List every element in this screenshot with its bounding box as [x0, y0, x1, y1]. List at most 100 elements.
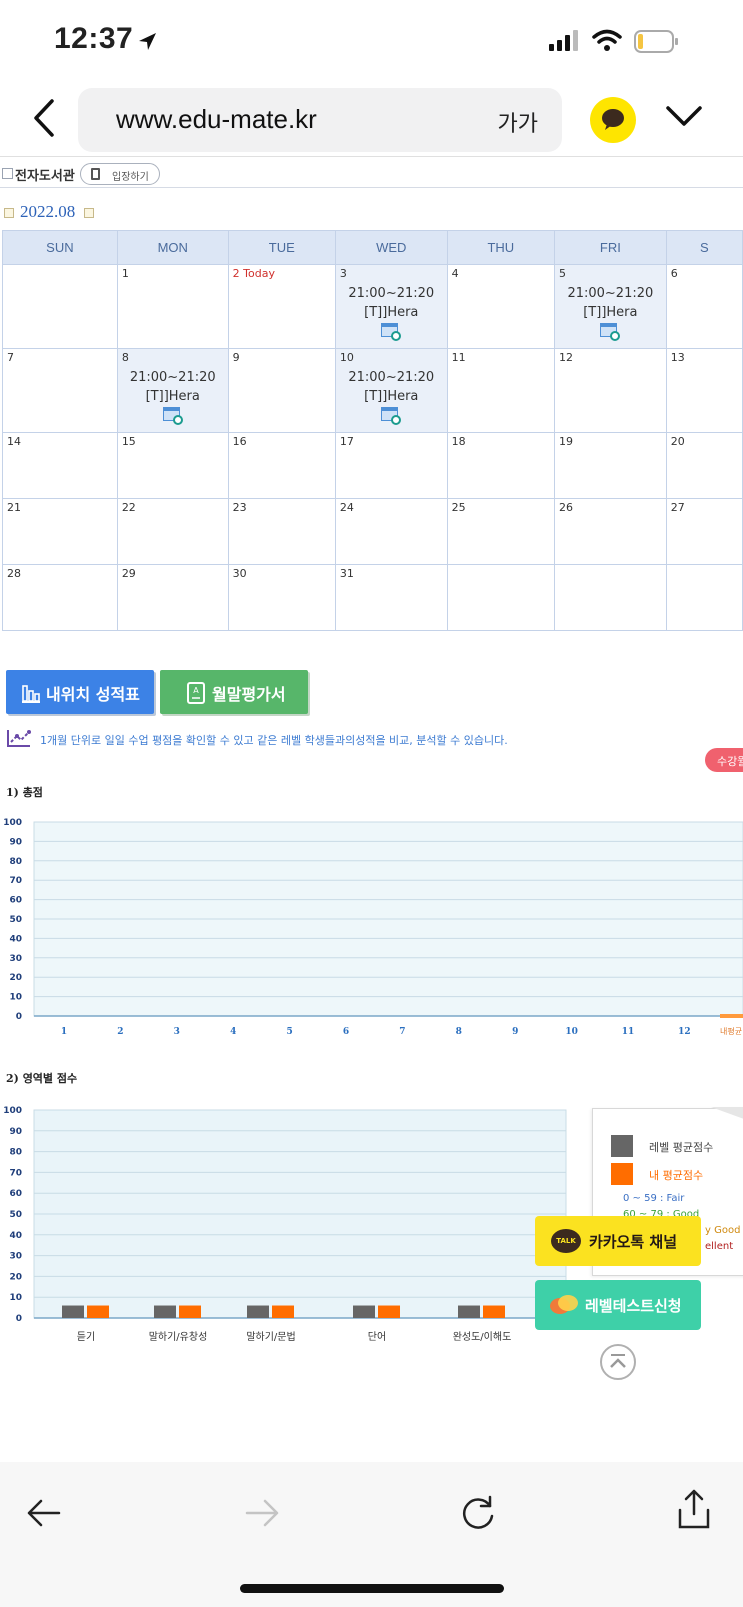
calendar-day-cell[interactable]: 20 [665, 432, 743, 499]
class-teacher: [T]]Hera [364, 305, 419, 320]
level-average-bar [458, 1305, 480, 1318]
day-number: 1 [121, 267, 129, 280]
day-number: 21 [7, 501, 21, 514]
class-time: 21:00~21:20 [567, 286, 654, 301]
home-indicator [240, 1584, 504, 1593]
url-bar[interactable]: www.edu-mate.kr 가가 [78, 88, 562, 152]
x-tick-label: 8 [456, 1027, 462, 1037]
calendar-day-cell[interactable]: 19 [553, 432, 667, 499]
class-time: 21:00~21:20 [129, 370, 216, 385]
calendar-day-cell[interactable]: 15 [116, 432, 229, 499]
monthly-button-label: 월말평가서 [212, 685, 286, 704]
refresh-icon[interactable] [460, 1494, 498, 1532]
weekday-header: S [665, 230, 743, 265]
total-score-title: 1) 총점 [6, 786, 43, 799]
calendar-week-row: 28 29 30 31 [2, 564, 743, 631]
day-number: 26 [558, 501, 573, 514]
library-enter-button[interactable]: 입장하기 [80, 163, 160, 185]
calendar-day-cell[interactable]: 8 21:00~21:20 [T]]Hera [116, 348, 229, 433]
month-label: 2022.08 [20, 202, 76, 221]
y-tick-label: 80 [9, 1148, 22, 1158]
calendar-day-cell[interactable] [665, 564, 743, 631]
scroll-top-button[interactable] [600, 1344, 636, 1380]
day-number: 3 [339, 267, 347, 280]
calendar-day-cell[interactable]: 21 [2, 498, 118, 565]
day-number: 28 [7, 567, 21, 580]
calendar-day-cell[interactable] [2, 264, 118, 349]
calendar-day-cell[interactable]: 16 [227, 432, 336, 499]
calendar-day-cell[interactable]: 5 21:00~21:20 [T]]Hera [553, 264, 667, 349]
calendar-day-cell[interactable]: 7 [2, 348, 118, 433]
library-row: 전자도서관 입장하기 [0, 160, 743, 188]
forward-arrow-icon[interactable] [244, 1498, 280, 1528]
monthly-evaluation-button[interactable]: A 월말평가서 [160, 670, 308, 714]
calendar-day-cell[interactable]: 11 [446, 348, 555, 433]
wifi-icon [592, 29, 622, 51]
calendar-day-cell[interactable]: 12 [553, 348, 667, 433]
back-arrow-icon[interactable] [26, 1498, 62, 1528]
calendar-day-cell[interactable]: 4 [446, 264, 555, 349]
next-month-button[interactable] [84, 208, 94, 218]
my-average-bar [378, 1305, 400, 1318]
calendar-day-cell[interactable]: 17 [334, 432, 448, 499]
calendar-day-cell[interactable]: 13 [665, 348, 743, 433]
level-average-bar [62, 1305, 84, 1318]
calendar-day-cell[interactable]: 26 [553, 498, 667, 565]
y-tick-label: 70 [9, 1168, 22, 1178]
arrow-up-icon [610, 1354, 626, 1368]
y-tick-label: 10 [9, 993, 22, 1003]
chevron-down-icon[interactable] [664, 104, 704, 130]
calendar-day-cell[interactable]: 6 [665, 264, 743, 349]
kakao-share-button[interactable] [590, 97, 636, 143]
calendar-day-cell[interactable]: 28 [2, 564, 118, 631]
calendar-week-row: 7 8 21:00~21:20 [T]]Hera 9 10 21:00~21:20 [T]]H… [2, 348, 743, 433]
weekday-header: MON [116, 230, 229, 265]
svg-text:A: A [193, 686, 199, 695]
period-select-button[interactable]: 수강월차 선 [705, 748, 743, 772]
x-tick-label: 9 [512, 1027, 518, 1037]
calendar-day-cell[interactable]: 30 [227, 564, 336, 631]
calendar-day-cell[interactable]: 31 [334, 564, 448, 631]
x-tick-label: 3 [174, 1027, 180, 1037]
calendar-day-cell[interactable] [446, 564, 555, 631]
category-label: 말하기/유창성 [149, 1330, 208, 1343]
calendar-day-cell[interactable]: 25 [446, 498, 555, 565]
kakao-channel-label: 카카오톡 채널 [589, 1233, 678, 1251]
grade-very-good: y Good [705, 1225, 741, 1236]
level-test-button[interactable]: 레벨테스트신청 [535, 1280, 701, 1330]
y-tick-label: 90 [9, 1127, 22, 1137]
calendar-week-row: 21 22 23 24 25 26 27 [2, 498, 743, 565]
calendar-day-cell[interactable]: 3 21:00~21:20 [T]]Hera [334, 264, 448, 349]
x-tick-label: 10 [565, 1027, 578, 1037]
class-schedule-icon[interactable] [162, 407, 183, 425]
x-tick-label: 4 [230, 1027, 236, 1037]
calendar-day-cell[interactable]: 18 [446, 432, 555, 499]
y-tick-label: 100 [3, 1106, 22, 1116]
calendar-day-cell[interactable] [553, 564, 667, 631]
calendar-day-cell[interactable]: 29 [116, 564, 229, 631]
class-schedule-icon[interactable] [381, 323, 402, 341]
text-size-button[interactable]: 가가 [498, 106, 538, 138]
calendar-day-cell[interactable]: 10 21:00~21:20 [T]]Hera [334, 348, 448, 433]
calendar-day-cell[interactable]: 14 [2, 432, 118, 499]
prev-month-button[interactable] [4, 208, 14, 218]
kakao-channel-button[interactable]: TALK 카카오톡 채널 [535, 1216, 701, 1266]
class-schedule-icon[interactable] [600, 323, 621, 341]
back-chevron-icon[interactable] [32, 98, 56, 138]
weekday-header: TUE [227, 230, 336, 265]
calendar-day-cell[interactable]: 24 [334, 498, 448, 565]
calendar-day-cell[interactable]: 23 [227, 498, 336, 565]
calendar-week-row: 14 15 16 17 18 19 20 [2, 432, 743, 499]
calendar-day-cell[interactable]: 9 [227, 348, 336, 433]
share-icon[interactable] [676, 1488, 712, 1530]
day-number: 5 [558, 267, 566, 280]
calendar-day-cell[interactable]: 1 [116, 264, 229, 349]
calendar-day-cell[interactable]: 27 [665, 498, 743, 565]
y-tick-label: 100 [3, 818, 22, 828]
class-schedule-icon[interactable] [381, 407, 402, 425]
calendar-day-cell[interactable]: 2 Today [227, 264, 336, 349]
calendar-day-cell[interactable]: 22 [116, 498, 229, 565]
my-average-marker [720, 1014, 743, 1018]
my-position-report-button[interactable]: 내위치 성적표 [6, 670, 154, 714]
class-time: 21:00~21:20 [348, 370, 435, 385]
